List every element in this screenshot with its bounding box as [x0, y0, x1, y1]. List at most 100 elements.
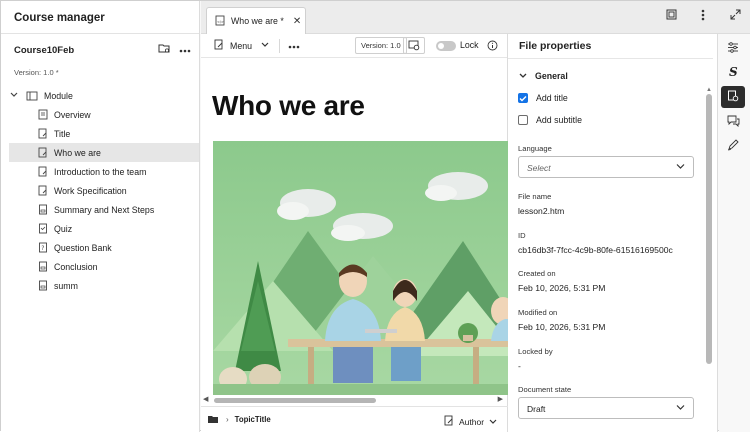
panel-title: Course manager — [1, 1, 199, 34]
folder-icon[interactable] — [207, 414, 219, 426]
tree-item-title[interactable]: Title — [1, 124, 199, 143]
checkbox-label: Add subtitle — [536, 115, 582, 125]
svg-text:</>: </> — [217, 20, 224, 24]
html-file-icon: </> — [215, 15, 225, 28]
tree-item-summ[interactable]: summ — [1, 276, 199, 295]
module-icon — [26, 91, 38, 101]
folder-settings-icon[interactable] — [158, 43, 170, 56]
page-edit-icon — [38, 166, 48, 177]
course-name: Course10Feb — [14, 45, 75, 56]
more-options-icon[interactable] — [179, 45, 191, 55]
page-icon — [38, 280, 48, 291]
styles-button[interactable]: S — [721, 61, 745, 83]
course-version: Version: 1.0 * — [14, 68, 59, 77]
pen-doc-icon — [444, 415, 454, 428]
tree-item-label: Conclusion — [54, 261, 98, 272]
scrollbar-thumb[interactable] — [214, 398, 376, 403]
chevron-down-icon — [676, 162, 685, 172]
author-mode-dropdown[interactable]: Author — [444, 415, 497, 428]
properties-title: File properties — [519, 40, 592, 52]
comments-icon — [727, 115, 740, 129]
lock-toggle[interactable] — [436, 41, 456, 51]
tab-bar: </> Who we are * ✕ — [201, 1, 750, 34]
tree-item-label: Who we are — [54, 147, 101, 158]
question-icon: ? — [38, 242, 48, 253]
id-label: ID — [518, 231, 526, 240]
page-edit-icon — [38, 185, 48, 196]
hero-illustration[interactable] — [213, 141, 508, 395]
tree-item-summary[interactable]: Summary and Next Steps — [1, 200, 199, 219]
close-icon[interactable]: ✕ — [293, 16, 301, 27]
file-properties-button[interactable] — [721, 86, 745, 108]
add-subtitle-checkbox[interactable]: Add subtitle — [518, 115, 582, 125]
tab-label: Who we are * — [231, 16, 284, 26]
page-edit-icon — [38, 128, 48, 139]
tree-item-work-specification[interactable]: Work Specification — [1, 181, 199, 200]
tree-item-question-bank[interactable]: ? Question Bank — [1, 238, 199, 257]
chevron-down-icon — [519, 71, 527, 81]
chevron-down-icon — [489, 417, 497, 427]
settings-sliders-button[interactable] — [721, 37, 745, 59]
tree-item-label: Title — [54, 128, 71, 139]
quiz-icon — [38, 223, 48, 234]
scroll-left-icon[interactable]: ◀ — [203, 395, 208, 403]
chevron-down-icon[interactable] — [261, 41, 269, 50]
chevron-down-icon[interactable] — [10, 91, 20, 100]
tree-item-overview[interactable]: Overview — [1, 105, 199, 124]
language-select[interactable]: Select — [518, 156, 694, 178]
chevron-right-icon: › — [226, 415, 229, 424]
tree-item-label: Question Bank — [54, 242, 112, 253]
tree-item-label: Introduction to the team — [54, 166, 147, 177]
tab-who-we-are[interactable]: </> Who we are * ✕ — [206, 7, 306, 34]
page-edit-icon — [38, 147, 48, 158]
checkbox-checked[interactable] — [518, 93, 528, 103]
scroll-up-icon[interactable]: ▲ — [706, 87, 712, 93]
info-icon[interactable] — [487, 40, 498, 53]
page-icon — [38, 204, 48, 215]
vertical-scrollbar[interactable] — [706, 94, 712, 364]
course-tree: Module Overview Title Who we are Introdu… — [1, 82, 199, 295]
select-placeholder: Select — [527, 163, 551, 173]
svg-text:?: ? — [41, 245, 44, 252]
svg-text:S: S — [729, 65, 738, 78]
more-options-icon[interactable] — [288, 41, 300, 51]
tree-item-introduction[interactable]: Introduction to the team — [1, 162, 199, 181]
tree-item-conclusion[interactable]: Conclusion — [1, 257, 199, 276]
checkbox-unchecked[interactable] — [518, 115, 528, 125]
tree-item-label: Overview — [54, 109, 91, 120]
page-title[interactable]: Who we are — [212, 90, 365, 122]
tree-item-label: Summary and Next Steps — [54, 204, 155, 215]
tree-item-label: Module — [44, 90, 73, 101]
tree-item-label: Quiz — [54, 223, 73, 234]
version-history-button[interactable] — [403, 37, 425, 54]
horizontal-scrollbar[interactable]: ◀ ▶ — [201, 395, 508, 405]
app-window: Course manager Course10Feb Version: 1.0 … — [0, 0, 750, 432]
tree-item-quiz[interactable]: Quiz — [1, 219, 199, 238]
breadcrumb-topic[interactable]: TopicTitle — [235, 415, 271, 424]
tree-item-module[interactable]: Module — [1, 86, 199, 105]
file-properties-icon — [727, 90, 739, 104]
comments-button[interactable] — [721, 111, 745, 133]
general-section-toggle[interactable]: General — [519, 71, 568, 81]
modified-label: Modified on — [518, 308, 558, 317]
created-value: Feb 10, 2026, 5:31 PM — [518, 283, 606, 293]
review-button[interactable] — [721, 135, 745, 157]
id-value: cb16db3f-7fcc-4c9b-80fe-61516169500c — [518, 245, 673, 255]
course-manager-panel: Course manager Course10Feb Version: 1.0 … — [1, 1, 200, 432]
file-name-value: lesson2.htm — [518, 206, 565, 216]
document-state-select[interactable]: Draft — [518, 397, 694, 419]
add-title-checkbox[interactable]: Add title — [518, 93, 568, 103]
tree-item-who-we-are[interactable]: Who we are — [9, 143, 199, 162]
right-tool-rail: S — [719, 34, 750, 432]
split-view-icon[interactable] — [655, 9, 687, 21]
menu-button[interactable]: Menu — [230, 41, 252, 51]
file-name-label: File name — [518, 192, 552, 201]
document-menu-icon[interactable] — [214, 39, 224, 52]
expand-icon[interactable] — [719, 9, 750, 21]
scroll-right-icon[interactable]: ▶ — [498, 395, 503, 403]
language-label: Language — [518, 144, 552, 153]
checkbox-label: Add title — [536, 93, 568, 103]
more-vertical-icon[interactable] — [687, 9, 719, 21]
modified-value: Feb 10, 2026, 5:31 PM — [518, 322, 606, 332]
pen-edit-icon — [727, 139, 739, 153]
